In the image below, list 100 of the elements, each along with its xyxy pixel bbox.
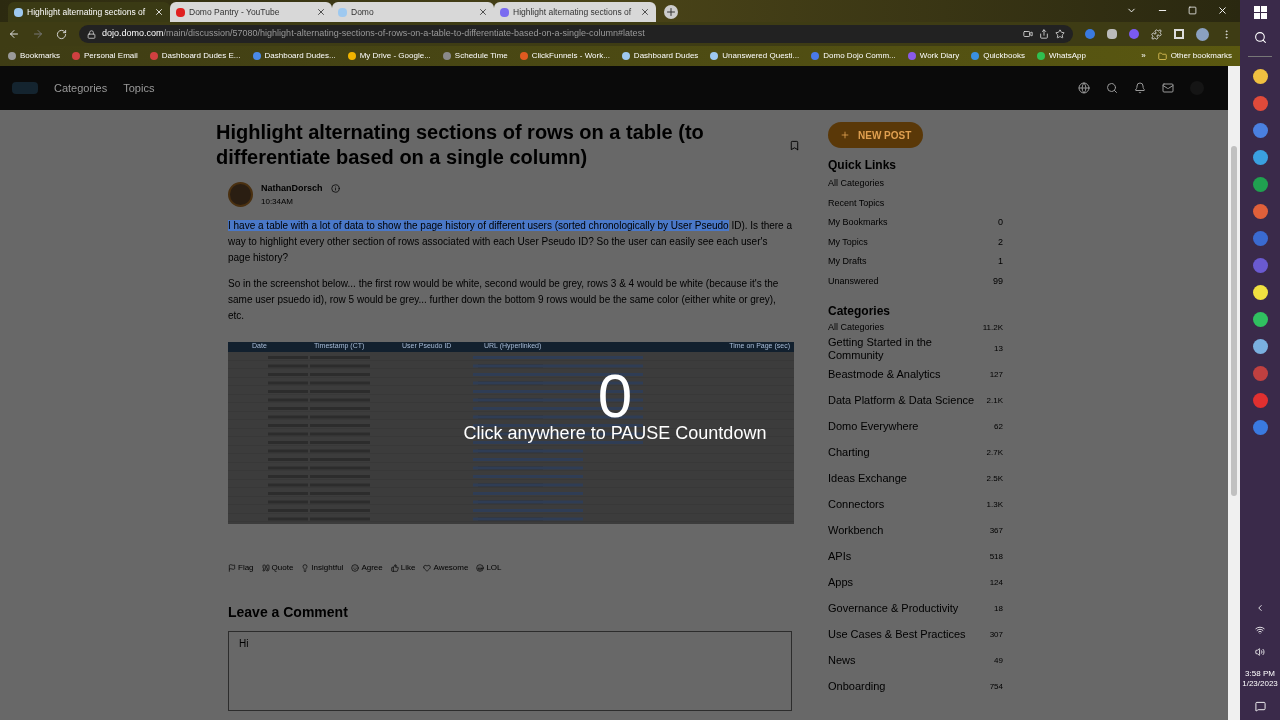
bookmark-item[interactable]: Dashboard Dudes <box>621 50 699 62</box>
star-icon[interactable] <box>1055 29 1065 39</box>
category-link[interactable]: Connectors 1.3K <box>828 491 1003 518</box>
share-icon[interactable] <box>1039 29 1049 39</box>
info-icon[interactable] <box>330 184 340 194</box>
more-bookmarks-button[interactable]: » <box>1141 50 1146 62</box>
app-icon[interactable] <box>1252 69 1268 84</box>
profile-avatar[interactable] <box>1196 27 1209 41</box>
other-bookmarks-item[interactable]: Other bookmarks <box>1157 50 1232 62</box>
category-link[interactable]: Workbench 367 <box>828 517 1003 544</box>
count-label: 124 <box>989 577 1003 590</box>
nav-link[interactable]: Categories <box>54 79 108 97</box>
reaction-button[interactable]: Flag <box>228 561 254 574</box>
back-icon[interactable] <box>8 28 20 40</box>
camera-icon[interactable] <box>1023 29 1033 39</box>
reaction-button[interactable]: Awesome <box>423 561 469 574</box>
reaction-button[interactable]: Quote <box>261 561 294 574</box>
language-icon[interactable] <box>1078 82 1090 94</box>
app-icon[interactable] <box>1252 312 1268 327</box>
flag-icon <box>228 563 236 572</box>
category-link[interactable]: All Categories 11.2K <box>828 319 1003 336</box>
comment-field[interactable]: Hi <box>228 630 792 711</box>
quick-link[interactable]: My Topics 2 <box>828 232 1003 253</box>
quick-link[interactable]: My Bookmarks 0 <box>828 213 1003 233</box>
wifi-icon[interactable] <box>1255 625 1265 635</box>
restore-icon[interactable] <box>1188 6 1197 15</box>
browser-tab[interactable]: Highlight alternating sections of <box>8 2 170 22</box>
category-link[interactable]: News 49 <box>828 647 1003 674</box>
extension-icon[interactable] <box>1085 29 1095 39</box>
count-label: 62 <box>994 421 1003 434</box>
clock[interactable]: 3:58 PM 1/23/2023 <box>1242 669 1278 689</box>
notification-icon[interactable] <box>1134 82 1146 94</box>
quick-link[interactable]: All Categories <box>828 174 1003 194</box>
post-paragraph: So in the screenshot below... the first row would be white, second would be grey, rows 3 & 4 would be white (because it's the same user psuedo id), row 5 would be grey... further down the bottom 9 rows would be the same color (either white or grey), etc. <box>228 276 780 323</box>
sidebar-toggle-icon[interactable] <box>1174 29 1184 39</box>
reload-icon[interactable] <box>56 28 67 40</box>
author-avatar[interactable] <box>228 182 253 208</box>
quick-link[interactable]: Recent Topics <box>828 193 1003 214</box>
search-icon[interactable] <box>1106 82 1118 94</box>
folder-icon <box>1157 51 1167 61</box>
address-bar[interactable]: dojo.domo.com/main/discussion/57080/highlight-alternating-sections-of-rows-on-a-table-to-differentiate-based-on-a-single-column#latest <box>79 25 1073 43</box>
extension-icon[interactable] <box>1107 29 1117 39</box>
category-link[interactable]: Domo Everywhere 62 <box>828 413 1003 440</box>
quick-link[interactable]: Unanswered 99 <box>828 271 1003 292</box>
puzzle-icon[interactable] <box>1151 28 1162 40</box>
bookmark-label: Personal Email <box>84 50 138 62</box>
category-link[interactable]: Getting Started in the Community 13 <box>828 335 1003 362</box>
category-link[interactable]: Charting 2.7K <box>828 439 1003 466</box>
bookmark-item[interactable]: Schedule Time <box>442 50 508 62</box>
browser-tab[interactable]: Domo Pantry - YouTube <box>170 2 332 22</box>
browser-tab[interactable]: Domo <box>332 2 494 22</box>
category-link[interactable]: Ideas Exchange 2.5K <box>828 465 1003 492</box>
smile-icon <box>351 563 360 572</box>
bookmark-icon[interactable] <box>789 140 800 151</box>
new-post-button[interactable]: NEW POST <box>828 122 924 148</box>
category-link[interactable]: Data Platform & Data Science 2.1K <box>828 387 1003 414</box>
category-link[interactable]: APIs 518 <box>828 543 1003 570</box>
close-icon[interactable] <box>154 7 164 17</box>
tab-favicon-icon <box>338 7 347 17</box>
post-title: Highlight alternating sections of rows on a table (to differentiate based on a single column) <box>216 120 705 170</box>
notifications-icon[interactable] <box>1254 701 1266 712</box>
mail-icon[interactable] <box>1162 82 1174 94</box>
search-icon[interactable] <box>1253 31 1267 44</box>
countdown-message[interactable]: Click anywhere to PAUSE Countdown <box>463 420 767 447</box>
nav-link[interactable]: Topics <box>123 79 155 97</box>
volume-icon[interactable] <box>1255 647 1265 657</box>
heart-icon <box>423 563 432 572</box>
bookmark-item[interactable]: WhatsApp <box>1036 50 1086 62</box>
close-window-icon[interactable] <box>1217 5 1228 16</box>
author-name[interactable]: NathanDorsch <box>261 182 323 196</box>
browser-tab[interactable]: Highlight alternating sections of <box>494 2 656 22</box>
lock-icon <box>87 29 96 39</box>
category-link[interactable]: Onboarding 754 <box>828 673 1003 700</box>
app-icon[interactable] <box>1252 339 1268 354</box>
close-icon[interactable] <box>640 7 650 17</box>
category-link[interactable]: Apps 124 <box>828 569 1003 596</box>
category-link[interactable]: Beastmode & Analytics 127 <box>828 361 1003 388</box>
bookmark-item[interactable]: Personal Email <box>72 50 138 62</box>
reaction-button[interactable]: Agree <box>351 561 383 574</box>
windows-logo-icon[interactable] <box>1253 6 1267 19</box>
bookmark-item[interactable]: Work Diary <box>907 50 960 62</box>
bookmark-item[interactable]: Quickbooks <box>971 50 1025 62</box>
reaction-button[interactable]: Like <box>390 561 416 574</box>
bookmark-item[interactable]: Bookmarks <box>8 50 60 62</box>
count-label: 0 <box>998 216 1003 230</box>
app-icon[interactable] <box>1252 177 1268 192</box>
reaction-button[interactable]: LOL <box>476 561 502 574</box>
quick-link[interactable]: My Drafts 1 <box>828 252 1003 272</box>
app-icon[interactable] <box>1252 285 1268 300</box>
bookmark-label: Other bookmarks <box>1170 50 1232 62</box>
close-icon[interactable] <box>478 7 488 17</box>
reaction-button[interactable]: Insightful <box>301 561 344 574</box>
category-link[interactable]: Governance & Productivity 18 <box>828 595 1003 622</box>
close-icon[interactable] <box>316 7 326 17</box>
app-icon[interactable] <box>1252 150 1268 165</box>
new-tab-icon[interactable] <box>664 5 678 19</box>
category-link[interactable]: Use Cases & Best Practices 307 <box>828 621 1003 648</box>
extension-icon[interactable] <box>1129 29 1139 39</box>
chevron-icon[interactable] <box>1255 603 1265 613</box>
tab-favicon-icon <box>14 7 23 17</box>
